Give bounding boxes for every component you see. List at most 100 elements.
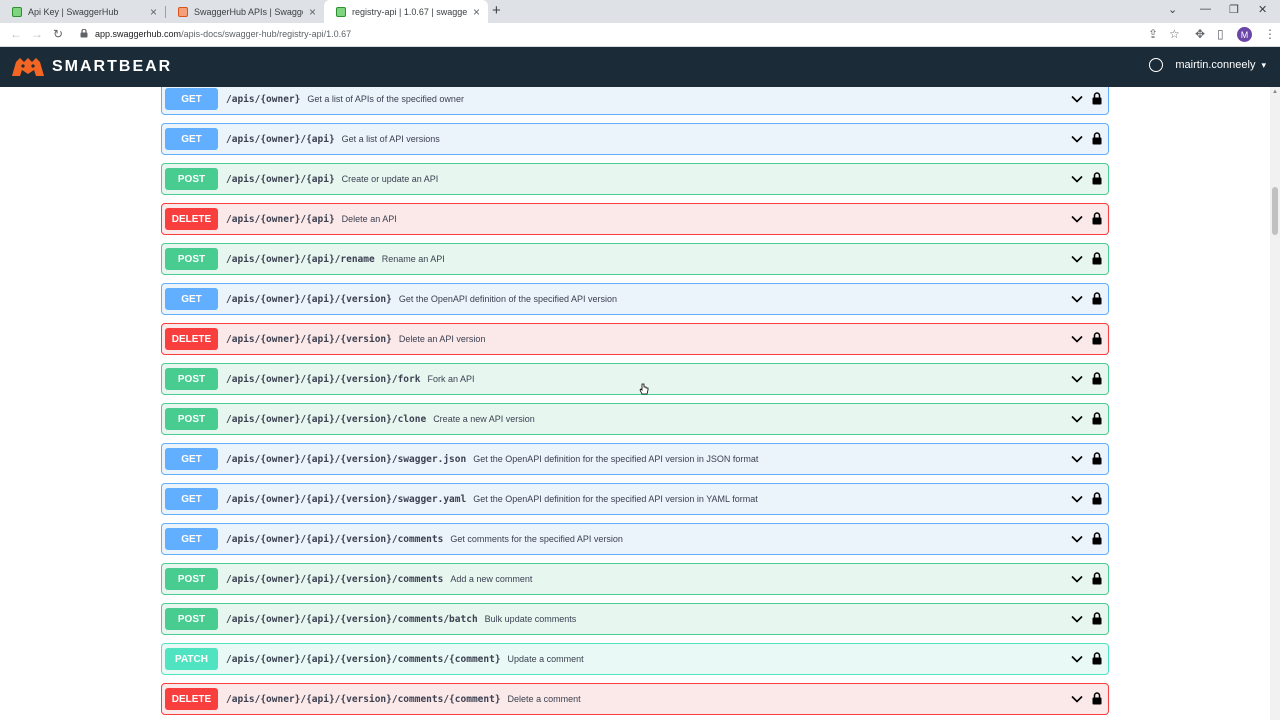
share-icon[interactable]: ⇪	[1148, 27, 1158, 41]
lock-icon[interactable]	[1092, 252, 1102, 265]
lock-icon[interactable]	[1092, 92, 1102, 105]
operation-row[interactable]: GET/apis/{owner}/{api}/{version}/swagger…	[161, 483, 1109, 515]
tab-title: registry-api | 1.0.67 | swagger-hub	[352, 6, 467, 17]
chevron-down-icon[interactable]	[1070, 692, 1084, 706]
method-badge: DELETE	[165, 688, 218, 710]
lock-icon[interactable]	[1092, 532, 1102, 545]
chevron-down-icon[interactable]	[1070, 532, 1084, 546]
method-badge: DELETE	[165, 208, 218, 230]
chevron-down-icon[interactable]	[1070, 652, 1084, 666]
browser-tab[interactable]: Api Key | SwaggerHub ×	[0, 0, 165, 23]
operation-row[interactable]: POST/apis/{owner}/{api}/{version}/commen…	[161, 603, 1109, 635]
operation-row[interactable]: POST/apis/{owner}/{api} Create or update …	[161, 163, 1109, 195]
close-tab-icon[interactable]: ×	[473, 5, 480, 19]
operation-row[interactable]: GET/apis/{owner} Get a list of APIs of th…	[161, 87, 1109, 115]
method-badge: POST	[165, 248, 218, 270]
operation-summary: Delete an API version	[398, 334, 486, 344]
chevron-down-icon[interactable]	[1070, 252, 1084, 266]
chevron-down-icon[interactable]	[1070, 172, 1084, 186]
lock-icon[interactable]	[1092, 292, 1102, 305]
lock-icon[interactable]	[1092, 172, 1102, 185]
reload-icon[interactable]: ↻	[53, 27, 63, 41]
operation-row[interactable]: GET/apis/{owner}/{api} Get a list of API …	[161, 123, 1109, 155]
lock-icon[interactable]	[1092, 132, 1102, 145]
operation-summary: Fork an API	[427, 374, 475, 384]
smartbear-favicon-icon	[178, 6, 188, 17]
chevron-down-icon[interactable]	[1070, 372, 1084, 386]
lock-icon[interactable]	[1092, 612, 1102, 625]
chevron-down-icon[interactable]	[1070, 412, 1084, 426]
browser-tab[interactable]: SwaggerHub APIs | SwaggerHub ×	[166, 0, 324, 23]
scroll-up-icon[interactable]: ▲	[1272, 89, 1278, 95]
method-badge: GET	[165, 448, 218, 470]
operation-path: /apis/{owner}/{api}/{version}/clone	[226, 413, 427, 425]
operation-row[interactable]: PATCH/apis/{owner}/{api}/{version}/comme…	[161, 643, 1109, 675]
operation-row[interactable]: GET/apis/{owner}/{api}/{version}/comment…	[161, 523, 1109, 555]
profile-avatar[interactable]: M	[1237, 27, 1252, 42]
lock-icon[interactable]	[1092, 692, 1102, 705]
chevron-down-icon[interactable]	[1070, 332, 1084, 346]
operation-summary: Rename an API	[381, 254, 445, 264]
operation-row[interactable]: POST/apis/{owner}/{api}/rename Rename an …	[161, 243, 1109, 275]
scrollbar-thumb[interactable]	[1272, 187, 1278, 235]
operation-path: /apis/{owner}	[226, 93, 301, 105]
method-badge: PATCH	[165, 648, 218, 670]
operation-path: /apis/{owner}/{api}	[226, 173, 335, 185]
method-badge: POST	[165, 568, 218, 590]
minimize-icon[interactable]: —	[1200, 3, 1211, 15]
side-panel-icon[interactable]: ▯	[1217, 27, 1224, 41]
lock-icon[interactable]	[1092, 492, 1102, 505]
operation-row[interactable]: POST/apis/{owner}/{api}/{version}/fork Fo…	[161, 363, 1109, 395]
chevron-down-icon[interactable]	[1070, 132, 1084, 146]
browser-menu-icon[interactable]: ⋮	[1264, 27, 1276, 41]
operation-path: /apis/{owner}/{api}/{version}/comments	[226, 533, 444, 545]
chevron-down-icon[interactable]	[1070, 292, 1084, 306]
lock-icon[interactable]	[1092, 212, 1102, 225]
lock-icon[interactable]	[1092, 452, 1102, 465]
address-bar[interactable]: app.swaggerhub.com/apis-docs/swagger-hub…	[95, 29, 351, 39]
operation-path: /apis/{owner}/{api}/{version}/comments/{…	[226, 693, 501, 705]
operation-row[interactable]: DELETE/apis/{owner}/{api} Delete an API	[161, 203, 1109, 235]
close-tab-icon[interactable]: ×	[150, 5, 157, 19]
user-account-icon	[1149, 58, 1164, 72]
operation-row[interactable]: POST/apis/{owner}/{api}/{version}/commen…	[161, 563, 1109, 595]
bookmark-star-icon[interactable]: ☆	[1169, 27, 1180, 41]
new-tab-icon[interactable]: +	[492, 2, 501, 19]
operation-row[interactable]: DELETE/apis/{owner}/{api}/{version} Delet…	[161, 323, 1109, 355]
operation-row[interactable]: POST/apis/{owner}/{api}/{version}/clone C…	[161, 403, 1109, 435]
forward-icon[interactable]: →	[31, 27, 43, 41]
secure-lock-icon	[80, 29, 88, 38]
tab-title: SwaggerHub APIs | SwaggerHub	[194, 6, 303, 17]
user-menu[interactable]: mairtin.conneely ▾	[1149, 58, 1266, 72]
lock-icon[interactable]	[1092, 372, 1102, 385]
close-tab-icon[interactable]: ×	[309, 5, 316, 19]
restore-icon[interactable]: ❐	[1229, 3, 1239, 16]
extensions-icon[interactable]: ✥	[1195, 27, 1205, 41]
chevron-down-icon[interactable]	[1070, 492, 1084, 506]
browser-tab-active[interactable]: registry-api | 1.0.67 | swagger-hub ×	[324, 0, 488, 23]
operation-row[interactable]: GET/apis/{owner}/{api}/{version}/swagger…	[161, 443, 1109, 475]
chevron-down-icon[interactable]	[1070, 452, 1084, 466]
lock-icon[interactable]	[1092, 652, 1102, 665]
scrollbar[interactable]: ▲	[1270, 87, 1280, 720]
method-badge: POST	[165, 168, 218, 190]
chevron-down-icon[interactable]	[1070, 92, 1084, 106]
lock-icon[interactable]	[1092, 412, 1102, 425]
chevron-down-icon[interactable]	[1070, 572, 1084, 586]
smartbear-logo[interactable]: SMARTBEAR	[10, 56, 172, 78]
operation-path: /apis/{owner}/{api}/{version}	[226, 293, 392, 305]
operation-row[interactable]: GET/apis/{owner}/{api}/{version} Get the …	[161, 283, 1109, 315]
back-icon[interactable]: ←	[10, 27, 22, 41]
operation-path: /apis/{owner}/{api}/{version}/comments/b…	[226, 613, 478, 625]
lock-icon[interactable]	[1092, 572, 1102, 585]
operation-path: /apis/{owner}/{api}/{version}/fork	[226, 373, 421, 385]
username: mairtin.conneely	[1175, 59, 1256, 71]
method-badge: GET	[165, 128, 218, 150]
chevron-down-icon[interactable]	[1070, 612, 1084, 626]
lock-icon[interactable]	[1092, 332, 1102, 345]
tab-search-chevron-icon[interactable]: ⌄	[1168, 3, 1177, 16]
chevron-down-icon[interactable]	[1070, 212, 1084, 226]
operation-path: /apis/{owner}/{api}	[226, 213, 335, 225]
operation-row[interactable]: DELETE/apis/{owner}/{api}/{version}/comm…	[161, 683, 1109, 715]
close-window-icon[interactable]: ✕	[1258, 3, 1267, 16]
